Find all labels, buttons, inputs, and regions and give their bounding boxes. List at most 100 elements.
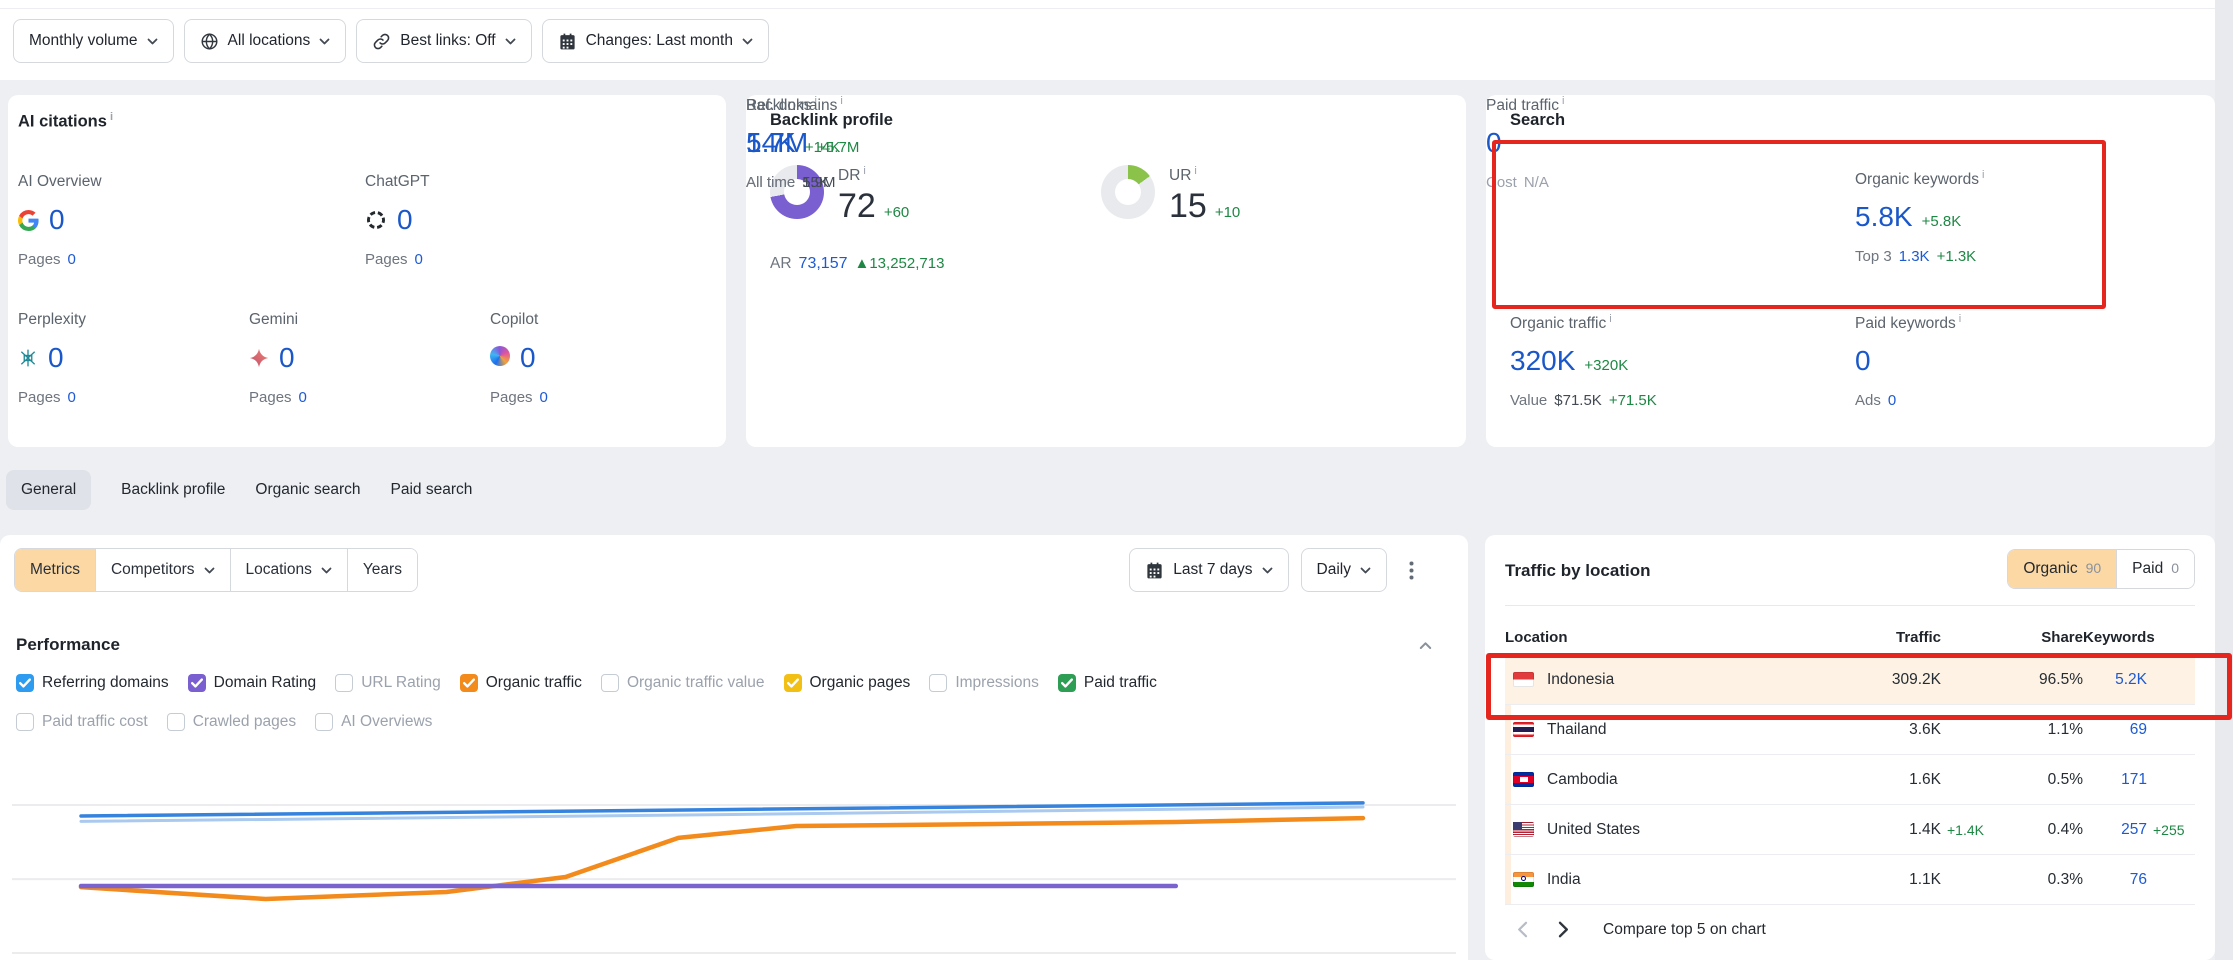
dr-value: 72+60: [838, 187, 909, 226]
top3-value[interactable]: 1.3K: [1899, 248, 1930, 265]
paid-keywords-value[interactable]: 0: [1855, 345, 1871, 377]
paid-traffic-value[interactable]: 0: [1486, 127, 1502, 159]
organic-keywords-label: Organic keywordsi: [1855, 169, 2155, 189]
segment-locations[interactable]: Locations: [231, 549, 348, 591]
keywords-link[interactable]: 5.2K: [2083, 671, 2147, 689]
segment-competitors[interactable]: Competitors: [96, 549, 231, 591]
metric-checkbox-organic-traffic-value[interactable]: Organic traffic value: [601, 674, 765, 692]
segment-label: Locations: [246, 561, 312, 579]
compare-top5-link[interactable]: Compare top 5 on chart: [1603, 921, 1766, 939]
location-name: United States: [1547, 821, 1640, 839]
metric-checkbox-organic-pages[interactable]: Organic pages: [784, 674, 911, 692]
traffic-row-thailand[interactable]: Thailand3.6K1.1%69: [1505, 705, 2195, 755]
pages-value[interactable]: 0: [68, 389, 76, 406]
date-range-select[interactable]: Last 7 days: [1129, 548, 1288, 592]
info-icon: i: [840, 95, 842, 107]
ar-delta: ▲13,252,713: [854, 255, 944, 272]
metric-checkbox-paid-traffic-cost[interactable]: Paid traffic cost: [16, 713, 148, 731]
citations-value[interactable]: 0: [520, 342, 536, 374]
scrollbar-gutter[interactable]: [2215, 0, 2233, 960]
metric-checkbox-crawled-pages[interactable]: Crawled pages: [167, 713, 296, 731]
provider-label: Gemini: [249, 311, 464, 329]
checkbox-checked-icon: [16, 674, 34, 692]
collapse-section-button[interactable]: [1415, 637, 1436, 654]
pages-value[interactable]: 0: [415, 251, 423, 268]
keywords-link[interactable]: 257: [2083, 821, 2147, 839]
ai-item-copilot: Copilot0Pages0: [490, 311, 705, 406]
citations-value[interactable]: 0: [49, 204, 65, 236]
location-name: Indonesia: [1547, 671, 1614, 689]
traffic-row-indonesia[interactable]: Indonesia309.2K96.5%5.2K: [1505, 655, 2195, 705]
tab-paid-search[interactable]: Paid search: [391, 470, 473, 510]
metric-checkbox-referring-domains[interactable]: Referring domains: [16, 674, 169, 692]
info-icon: i: [1194, 165, 1196, 177]
indonesia-flag-icon: [1513, 672, 1534, 687]
ur-value: 15+10: [1169, 187, 1240, 226]
citations-value[interactable]: 0: [279, 342, 295, 374]
next-page-button[interactable]: [1554, 917, 1573, 942]
ads-value[interactable]: 0: [1888, 392, 1896, 409]
keywords-link[interactable]: 171: [2083, 771, 2147, 789]
tab-backlink-profile[interactable]: Backlink profile: [121, 470, 225, 510]
copilot-icon: [490, 346, 510, 371]
gemini-icon: [249, 348, 269, 368]
ref-domains-delta: +14K: [805, 139, 840, 156]
granularity-select[interactable]: Daily: [1301, 548, 1387, 592]
tab-organic-search[interactable]: Organic search: [255, 470, 360, 510]
citations-value[interactable]: 0: [48, 342, 64, 374]
pages-value[interactable]: 0: [540, 389, 548, 406]
location-table: Location Traffic Share Keywords Indonesi…: [1505, 619, 2195, 905]
previous-page-button[interactable]: [1513, 917, 1532, 942]
filter-best-links-button[interactable]: Best links: Off: [356, 19, 531, 63]
citations-value[interactable]: 0: [397, 204, 413, 236]
thailand-flag-icon: [1513, 722, 1534, 737]
checkbox-label: URL Rating: [361, 674, 441, 692]
more-options-button[interactable]: [1399, 555, 1424, 586]
filter-locations-button[interactable]: All locations: [184, 19, 347, 63]
provider-label: AI Overview: [18, 173, 233, 191]
info-icon: i: [1609, 313, 1611, 325]
cambodia-flag-icon: [1513, 772, 1534, 787]
filter-volume-button[interactable]: Monthly volume: [13, 19, 174, 63]
keywords-link[interactable]: 69: [2083, 721, 2147, 739]
segment-years[interactable]: Years: [348, 549, 417, 591]
metric-checkbox-organic-traffic[interactable]: Organic traffic: [460, 674, 582, 692]
filter-label: Changes: Last month: [586, 32, 733, 50]
keywords-delta: +255: [2147, 822, 2195, 838]
chevron-down-icon: [321, 567, 332, 574]
metric-checkbox-domain-rating[interactable]: Domain Rating: [188, 674, 317, 692]
metric-checkbox-url-rating[interactable]: URL Rating: [335, 674, 441, 692]
traffic-row-united-states[interactable]: United States1.4K+1.4K0.4%257+255: [1505, 805, 2195, 855]
checkbox-unchecked-icon: [16, 713, 34, 731]
chevron-down-icon: [505, 38, 516, 45]
metric-checkbox-ai-overviews[interactable]: AI Overviews: [315, 713, 432, 731]
pages-value[interactable]: 0: [68, 251, 76, 268]
openai-icon: [365, 209, 387, 231]
authority-rank-line: AR 73,157 ▲13,252,713: [770, 255, 944, 273]
section-tabs: General Backlink profile Organic search Pai…: [6, 470, 472, 510]
traffic-row-india[interactable]: India1.1K0.3%76: [1505, 855, 2195, 905]
traffic-row-cambodia[interactable]: Cambodia1.6K0.5%171: [1505, 755, 2195, 805]
ar-value[interactable]: 73,157: [799, 255, 848, 273]
performance-chart-area: [12, 790, 1456, 960]
metric-checkbox-paid-traffic[interactable]: Paid traffic: [1058, 674, 1157, 692]
toggle-paid[interactable]: Paid0: [2117, 550, 2194, 588]
checkbox-checked-icon: [1058, 674, 1076, 692]
filter-changes-button[interactable]: Changes: Last month: [542, 19, 769, 63]
share-value: 0.4%: [1997, 821, 2083, 839]
segment-metrics[interactable]: Metrics: [15, 549, 96, 591]
checkbox-label: Organic traffic value: [627, 674, 765, 692]
metric-checkbox-impressions[interactable]: Impressions: [929, 674, 1039, 692]
organic-keywords-value[interactable]: 5.8K: [1855, 201, 1913, 233]
ref-domains-value[interactable]: 14K: [746, 127, 796, 159]
keywords-link[interactable]: 76: [2083, 871, 2147, 889]
pages-value[interactable]: 0: [299, 389, 307, 406]
toggle-organic[interactable]: Organic90: [2008, 550, 2117, 588]
tab-general[interactable]: General: [6, 470, 91, 510]
location-name: Thailand: [1547, 721, 1606, 739]
traffic-value: 1.4K: [1849, 821, 1941, 839]
organic-traffic-block: Organic traffici 320K+320K Value$71.5K+7…: [1510, 313, 1810, 409]
ai-item-perplexity: Perplexity0Pages0: [18, 311, 233, 406]
traffic-value: 309.2K: [1849, 671, 1941, 689]
organic-traffic-value[interactable]: 320K: [1510, 345, 1575, 377]
